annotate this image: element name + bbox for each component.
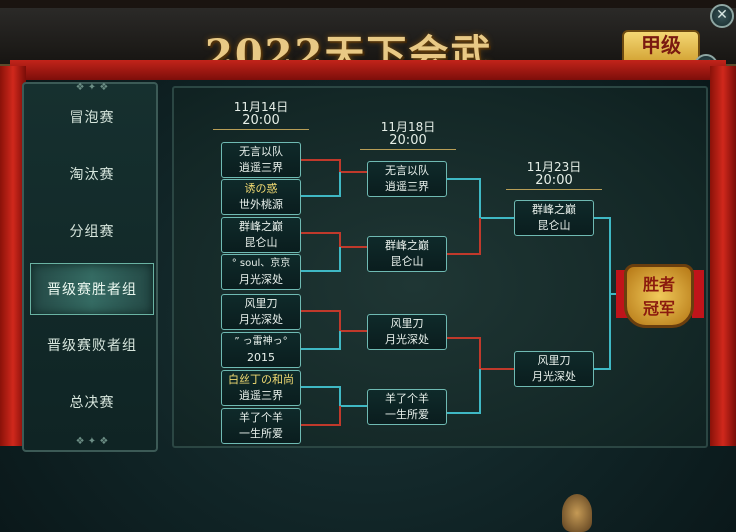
team-server: 2015 <box>247 351 275 364</box>
team-name: 群峰之巅 <box>239 220 283 233</box>
bracket-line <box>594 294 611 370</box>
team-name: 无言以队 <box>385 164 429 177</box>
bracket-line <box>301 247 341 272</box>
bracket-line <box>301 386 367 407</box>
team-name: 羊了个羊 <box>385 392 429 405</box>
bracket-line <box>301 159 367 173</box>
team-name: 白丝丁の和尚 <box>228 373 294 386</box>
bracket-line <box>301 172 341 197</box>
team-card[interactable]: 白丝丁の和尚 逍遥三界 <box>221 370 301 406</box>
team-server: 一生所爱 <box>385 408 429 421</box>
team-card[interactable]: 风里刀 月光深处 <box>514 351 594 387</box>
round2-date: 11月18日 20:00 <box>360 120 456 150</box>
team-name: 羊了个羊 <box>239 411 283 424</box>
round2-time-label: 20:00 <box>360 134 456 150</box>
team-server: 昆仑山 <box>390 255 424 268</box>
team-card[interactable]: ” っ雷神っ° 2015 <box>221 332 301 368</box>
team-name: 风里刀 <box>390 317 424 330</box>
team-card[interactable]: 羊了个羊 一生所爱 <box>221 408 301 444</box>
round1-date: 11月14日 20:00 <box>213 100 309 130</box>
round2-date-label: 11月18日 <box>380 120 436 134</box>
bracket-line <box>301 232 367 248</box>
team-name: 群峰之巅 <box>532 203 576 216</box>
bracket-line <box>447 218 481 255</box>
team-server: 月光深处 <box>239 273 283 286</box>
team-server: 世外桃源 <box>239 198 283 211</box>
team-server: 逍遥三界 <box>239 389 283 402</box>
team-name: 风里刀 <box>244 297 278 310</box>
bracket-line <box>447 337 514 370</box>
bracket-line <box>447 369 481 414</box>
team-server: 昆仑山 <box>537 219 571 232</box>
team-card[interactable]: 群峰之巅 昆仑山 <box>367 236 447 272</box>
team-card[interactable]: 群峰之巅 昆仑山 <box>514 200 594 236</box>
round1-date-label: 11月14日 <box>233 100 289 114</box>
team-card[interactable]: 无言以队 逍遥三界 <box>367 161 447 197</box>
champion-label-2: 冠军 <box>642 299 675 318</box>
champion-label-1: 胜者 <box>642 275 675 294</box>
champion-emblem: 胜者 冠军 <box>624 264 694 328</box>
team-name: ” っ雷神っ° <box>234 336 288 347</box>
bracket-line <box>447 178 514 219</box>
bottom-ornament-icon <box>562 494 592 532</box>
team-server: 月光深处 <box>532 370 576 383</box>
team-server: 月光深处 <box>239 313 283 326</box>
team-card[interactable]: 群峰之巅 昆仑山 <box>221 217 301 253</box>
round3-date: 11月23日 20:00 <box>506 160 602 190</box>
team-name: 无言以队 <box>239 145 283 158</box>
tournament-window: 2022天下会武 甲级 之组 ✕ ✕ ❖ ✦ ❖ 冒泡赛 淘汰赛 分组赛 晋级赛… <box>0 0 736 532</box>
round1-time-label: 20:00 <box>213 114 309 130</box>
bracket-line <box>301 310 367 332</box>
team-card[interactable]: 风里刀 月光深处 <box>221 294 301 330</box>
team-server: 逍遥三界 <box>239 161 283 174</box>
team-server: 月光深处 <box>385 333 429 346</box>
team-server: 昆仑山 <box>244 236 278 249</box>
team-server: 逍遥三界 <box>385 180 429 193</box>
team-name: 诱の惑 <box>244 182 278 195</box>
team-card[interactable]: 风里刀 月光深处 <box>367 314 447 350</box>
team-card[interactable]: 诱の惑 世外桃源 <box>221 179 301 215</box>
team-card[interactable]: 无言以队 逍遥三界 <box>221 142 301 178</box>
team-server: 一生所爱 <box>239 427 283 440</box>
bracket-line <box>301 331 341 350</box>
team-name: 风里刀 <box>537 354 571 367</box>
round3-date-label: 11月23日 <box>526 160 582 174</box>
team-name: 群峰之巅 <box>385 239 429 252</box>
round3-time-label: 20:00 <box>506 174 602 190</box>
bracket-line <box>301 406 341 426</box>
team-card[interactable]: 羊了个羊 一生所爱 <box>367 389 447 425</box>
team-name: ° soul、京京 <box>231 258 291 269</box>
team-card[interactable]: ° soul、京京 月光深处 <box>221 254 301 290</box>
